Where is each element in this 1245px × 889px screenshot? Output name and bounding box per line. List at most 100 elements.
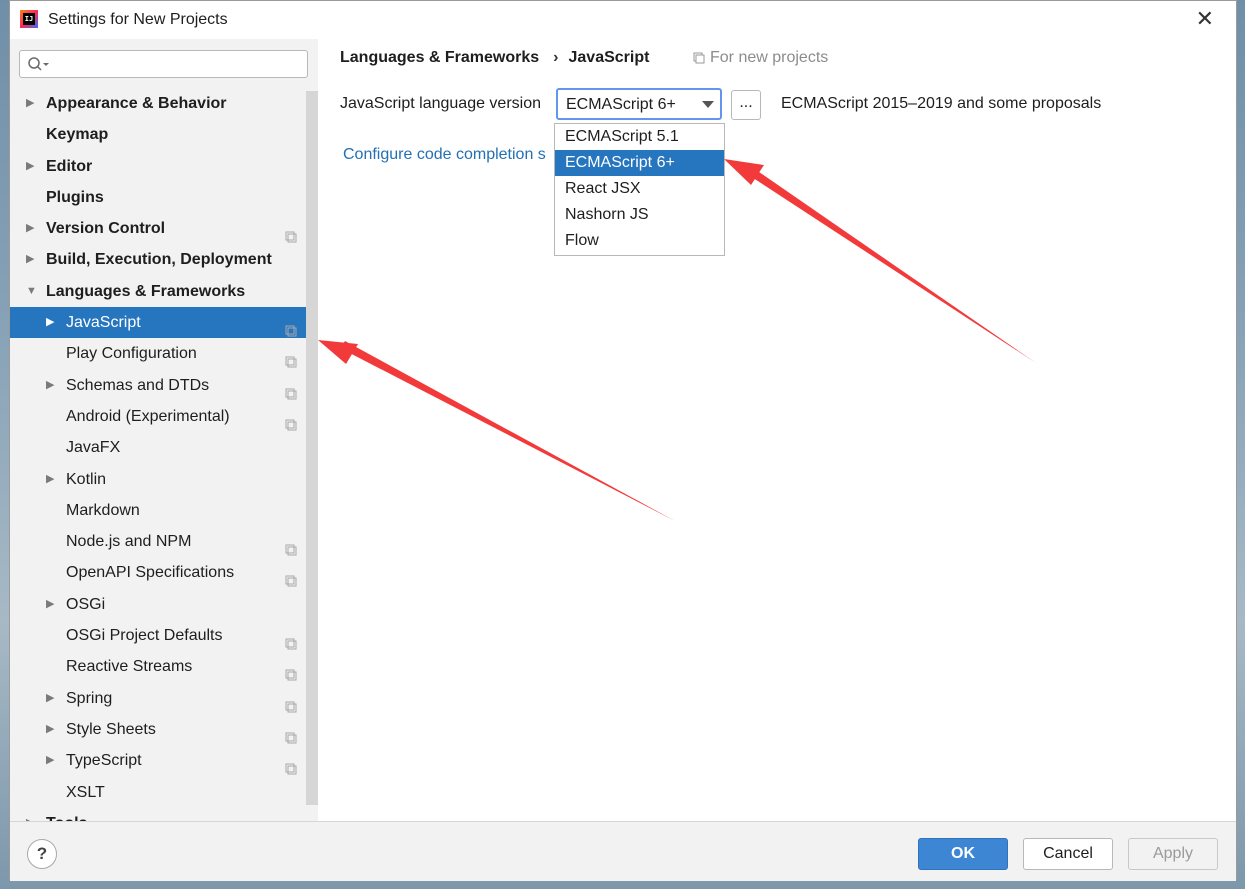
sidebar-item-spring[interactable]: ▶ Spring [10, 683, 318, 714]
dropdown-option[interactable]: Flow [555, 228, 724, 254]
sidebar-item-android-experimental[interactable]: Android (Experimental) [10, 401, 318, 432]
sidebar-item-keymap[interactable]: Keymap [10, 119, 318, 150]
chevron-right-icon[interactable]: ▶ [46, 589, 60, 620]
sidebar-item-label: TypeScript [66, 752, 142, 770]
sidebar-item-label: Tools [46, 808, 87, 821]
copy-icon [285, 411, 297, 431]
sidebar-item-label: JavaFX [66, 439, 121, 457]
sidebar-item-label: OpenAPI Specifications [66, 564, 235, 582]
configure-code-completion-link[interactable]: Configure code completion s [343, 146, 546, 164]
sidebar-item-kotlin[interactable]: ▶ Kotlin [10, 464, 318, 495]
sidebar-item-markdown[interactable]: Markdown [10, 495, 318, 526]
sidebar-item-label: Build, Execution, Deployment [46, 251, 272, 269]
scope-note-text: For new projects [710, 49, 829, 66]
search-icon [28, 57, 49, 71]
sidebar-item-label: Plugins [46, 188, 104, 206]
sidebar-item-label: XSLT [66, 783, 105, 801]
copy-icon [285, 567, 297, 587]
sidebar-item-label: Markdown [66, 501, 140, 519]
chevron-right-icon[interactable]: ▶ [46, 307, 60, 338]
sidebar-item-reactive-streams[interactable]: Reactive Streams [10, 651, 318, 682]
chevron-right-icon[interactable]: ▶ [26, 808, 40, 821]
settings-tree: ▶ Appearance & Behavior Keymap ▶ Editor Plugi… [10, 88, 318, 821]
sidebar-item-play-configuration[interactable]: Play Configuration [10, 338, 318, 369]
chevron-right-icon[interactable]: ▶ [26, 213, 40, 244]
sidebar-scrollbar[interactable] [306, 91, 318, 805]
language-version-dropdown: ECMAScript 5.1 ECMAScript 6+ React JSX Nash… [554, 123, 725, 256]
intellij-app-icon: IJ [20, 10, 38, 28]
sidebar-item-osgi-project-defaults[interactable]: OSGi Project Defaults [10, 620, 318, 651]
ok-button[interactable]: OK [918, 838, 1008, 870]
sidebar-item-build-execution-deployment[interactable]: ▶ Build, Execution, Deployment [10, 244, 318, 275]
sidebar-item-languages-frameworks[interactable]: ▼ Languages & Frameworks [10, 276, 318, 307]
sidebar-scrollbar-thumb[interactable] [306, 91, 318, 805]
help-button[interactable]: ? [27, 839, 57, 869]
scope-note: For new projects [693, 49, 828, 67]
sidebar-item-label: OSGi [66, 595, 106, 613]
chevron-right-icon[interactable]: ▶ [26, 151, 40, 182]
copy-icon [693, 52, 705, 64]
language-version-label: JavaScript language version [340, 95, 542, 112]
breadcrumb-current: JavaScript [568, 49, 650, 66]
sidebar-item-label: Keymap [46, 126, 109, 144]
copy-icon [285, 348, 297, 368]
chevron-right-icon[interactable]: ▶ [46, 745, 60, 776]
dialog-footer: ? OK Cancel Apply [10, 821, 1236, 881]
sidebar-item-schemas-and-dtds[interactable]: ▶ Schemas and DTDs [10, 370, 318, 401]
sidebar-item-label: Spring [66, 689, 113, 707]
sidebar-item-label: Languages & Frameworks [46, 282, 246, 300]
sidebar-item-javafx[interactable]: JavaFX [10, 432, 318, 463]
sidebar-item-openapi-specifications[interactable]: OpenAPI Specifications [10, 557, 318, 588]
copy-icon [285, 661, 297, 681]
sidebar-item-label: Editor [46, 157, 93, 175]
apply-button[interactable]: Apply [1128, 838, 1218, 870]
sidebar-item-label: Node.js and NPM [66, 533, 192, 551]
sidebar-item-tools[interactable]: ▶ Tools [10, 808, 318, 821]
sidebar-item-osgi[interactable]: ▶ OSGi [10, 589, 318, 620]
breadcrumb-separator: › [553, 49, 559, 66]
settings-dialog: IJ Settings for New Projects ✕ ▶ Appearan… [9, 0, 1237, 881]
sidebar-item-label: Version Control [46, 220, 166, 238]
dropdown-option[interactable]: Nashorn JS [555, 202, 724, 228]
sidebar-item-typescript[interactable]: ▶ TypeScript [10, 745, 318, 776]
sidebar-item-label: Schemas and DTDs [66, 376, 210, 394]
combobox-value: ECMAScript 6+ [566, 96, 676, 113]
sidebar-item-plugins[interactable]: Plugins [10, 182, 318, 213]
language-version-combobox[interactable]: ECMAScript 6+ [556, 88, 722, 120]
sidebar-item-xslt[interactable]: XSLT [10, 777, 318, 808]
chevron-right-icon[interactable]: ▶ [46, 714, 60, 745]
sidebar-item-label: Play Configuration [66, 345, 197, 363]
sidebar-item-version-control[interactable]: ▶ Version Control [10, 213, 318, 244]
chevron-down-icon[interactable]: ▼ [26, 276, 40, 307]
sidebar-item-label: Reactive Streams [66, 658, 193, 676]
title-bar: IJ Settings for New Projects ✕ [10, 1, 1236, 39]
copy-icon [285, 724, 297, 744]
breadcrumb: Languages & Frameworks › JavaScript [340, 49, 649, 67]
sidebar-item-label: Kotlin [66, 470, 107, 488]
sidebar-item-label: Android (Experimental) [66, 407, 230, 425]
chevron-down-icon [702, 101, 714, 108]
sidebar-item-label: Appearance & Behavior [46, 95, 227, 112]
dropdown-option[interactable]: React JSX [555, 176, 724, 202]
copy-icon [285, 536, 297, 556]
dropdown-option[interactable]: ECMAScript 6+ [555, 150, 724, 176]
close-icon[interactable]: ✕ [1196, 7, 1214, 31]
chevron-right-icon[interactable]: ▶ [26, 88, 40, 119]
sidebar-item-node-js-and-npm[interactable]: Node.js and NPM [10, 526, 318, 557]
chevron-right-icon[interactable]: ▶ [46, 464, 60, 495]
chevron-right-icon[interactable]: ▶ [46, 683, 60, 714]
settings-search-input[interactable] [19, 50, 308, 78]
chevron-right-icon[interactable]: ▶ [46, 370, 60, 401]
sidebar-item-appearance-behavior[interactable]: ▶ Appearance & Behavior [10, 88, 318, 119]
sidebar-item-style-sheets[interactable]: ▶ Style Sheets [10, 714, 318, 745]
sidebar-item-label: JavaScript [66, 314, 141, 332]
sidebar-item-editor[interactable]: ▶ Editor [10, 151, 318, 182]
language-options-button[interactable]: ... [731, 90, 761, 120]
sidebar-item-javascript[interactable]: ▶ JavaScript [10, 307, 318, 339]
chevron-right-icon[interactable]: ▶ [26, 244, 40, 275]
breadcrumb-parent: Languages & Frameworks [340, 49, 540, 66]
dropdown-option[interactable]: ECMAScript 5.1 [555, 124, 724, 150]
sidebar-item-label: OSGi Project Defaults [66, 627, 223, 645]
sidebar-item-label: Style Sheets [66, 720, 156, 738]
cancel-button[interactable]: Cancel [1023, 838, 1113, 870]
